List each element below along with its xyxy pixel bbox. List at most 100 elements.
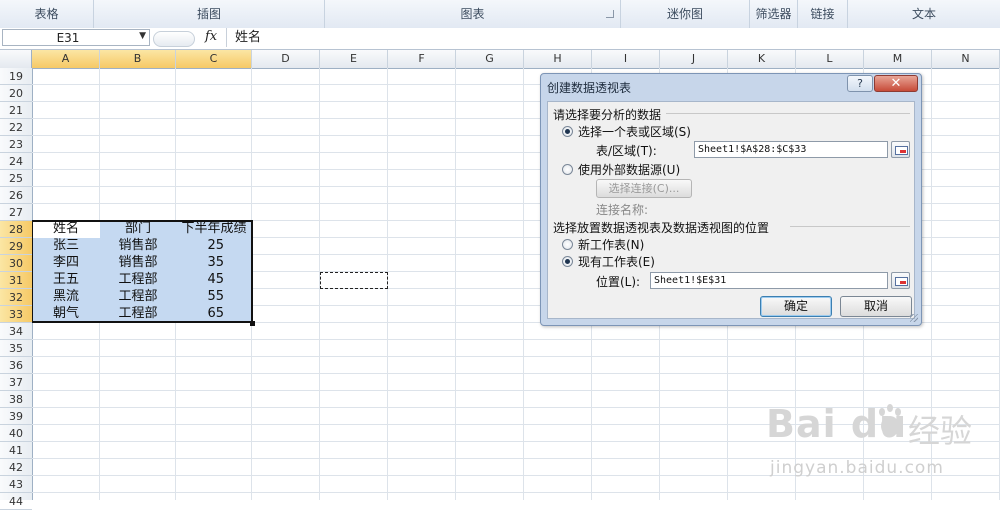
column-header-d[interactable]: D (252, 50, 320, 68)
ribbon-group-filters[interactable]: 筛选器 (750, 0, 798, 28)
column-header-h[interactable]: H (524, 50, 592, 68)
column-header-f[interactable]: F (388, 50, 456, 68)
range-input[interactable]: Sheet1!$A$28:$C$33 (694, 141, 888, 158)
row-header-33[interactable]: 33 (0, 306, 32, 323)
section-divider (790, 226, 910, 227)
ribbon-group-tables[interactable]: 表格 (0, 0, 94, 28)
radio-external-source-label[interactable]: 使用外部数据源(U) (578, 161, 680, 178)
ribbon-group-label: 图表 (460, 7, 485, 21)
row-header-20[interactable]: 20 (0, 85, 32, 102)
row-header-38[interactable]: 38 (0, 391, 32, 408)
ok-button[interactable]: 确定 (760, 296, 832, 317)
ribbon-group-label: 插图 (196, 7, 221, 21)
range-label: 表/区域(T): (596, 144, 657, 158)
collapse-location-icon[interactable] (891, 272, 910, 289)
radio-new-worksheet[interactable] (562, 239, 573, 250)
ribbon-group-text[interactable]: 文本 (848, 0, 1000, 28)
row-headers: 19 20 21 22 23 24 25 26 27 28 29 30 31 32 33 34 35 36 37 38… (0, 68, 33, 510)
copy-marquee (320, 272, 388, 289)
chevron-down-icon[interactable]: ▼ (139, 31, 146, 41)
row-header-36[interactable]: 36 (0, 357, 32, 374)
radio-new-worksheet-label[interactable]: 新工作表(N) (578, 236, 644, 253)
baidu-jingyan-watermark: Bai du 经验 jingyan.baidu.com (760, 392, 990, 492)
row-header-42[interactable]: 42 (0, 459, 32, 476)
section-placement-label: 选择放置数据透视表及数据透视图的位置 (553, 221, 770, 235)
gridline (32, 373, 1000, 374)
ribbon-group-illustrations[interactable]: 插图 (94, 0, 325, 28)
choose-connection-button[interactable]: 选择连接(C)... (596, 179, 692, 198)
resize-grip-icon[interactable] (910, 314, 918, 322)
connection-name-label: 连接名称: (596, 203, 649, 217)
ribbon-group-label: 迷你图 (666, 7, 703, 21)
ribbon-group-sparklines[interactable]: 迷你图 (621, 0, 750, 28)
column-header-l[interactable]: L (796, 50, 864, 68)
column-headers: ABCDEFGHIJKLMN (0, 50, 1000, 69)
location-input[interactable]: Sheet1!$E$31 (650, 272, 888, 289)
column-header-j[interactable]: J (660, 50, 728, 68)
name-box[interactable]: E31 ▼ (2, 29, 150, 46)
dialog-launcher-icon[interactable] (606, 10, 614, 18)
column-header-m[interactable]: M (864, 50, 932, 68)
row-header-23[interactable]: 23 (0, 136, 32, 153)
column-header-k[interactable]: K (728, 50, 796, 68)
row-header-28[interactable]: 28 (0, 221, 32, 238)
row-header-26[interactable]: 26 (0, 187, 32, 204)
row-header-41[interactable]: 41 (0, 442, 32, 459)
row-header-27[interactable]: 27 (0, 204, 32, 221)
gridline (32, 339, 1000, 340)
row-header-30[interactable]: 30 (0, 255, 32, 272)
row-header-43[interactable]: 43 (0, 476, 32, 493)
collapse-range-icon[interactable] (891, 141, 910, 158)
column-header-b[interactable]: B (100, 50, 176, 68)
create-pivot-table-dialog: 创建数据透视表 ? ✕ 请选择要分析的数据 选择一个表或区域(S) 表/区域(T… (540, 73, 922, 326)
selection-border (32, 220, 253, 323)
radio-select-table[interactable] (562, 126, 573, 137)
select-all-corner[interactable] (0, 50, 32, 68)
gridline (32, 390, 1000, 391)
column-header-e[interactable]: E (320, 50, 388, 68)
formula-bar-buttons (153, 31, 195, 47)
ribbon-group-strip: 表格 插图 图表 迷你图 筛选器 链接 文本 (0, 0, 1000, 29)
row-header-25[interactable]: 25 (0, 170, 32, 187)
ribbon-group-label: 表格 (34, 7, 59, 21)
name-box-value: E31 (56, 31, 80, 45)
dialog-body: 请选择要分析的数据 选择一个表或区域(S) 表/区域(T): Sheet1!$A… (547, 101, 915, 319)
row-header-19[interactable]: 19 (0, 68, 32, 85)
row-header-29[interactable]: 29 (0, 238, 32, 255)
row-header-31[interactable]: 31 (0, 272, 32, 289)
fill-handle[interactable] (250, 321, 255, 326)
row-header-32[interactable]: 32 (0, 289, 32, 306)
row-header-24[interactable]: 24 (0, 153, 32, 170)
insert-function-icon[interactable]: fx (205, 29, 217, 44)
paw-logo-icon (879, 404, 901, 436)
column-header-i[interactable]: I (592, 50, 660, 68)
ribbon-group-charts[interactable]: 图表 (325, 0, 621, 28)
ribbon-group-label: 链接 (810, 7, 835, 21)
radio-existing-worksheet-label[interactable]: 现有工作表(E) (578, 253, 655, 270)
watermark-suffix: 经验 (908, 412, 973, 450)
column-header-a[interactable]: A (32, 50, 100, 68)
column-header-g[interactable]: G (456, 50, 524, 68)
close-button[interactable]: ✕ (874, 75, 918, 92)
row-header-40[interactable]: 40 (0, 425, 32, 442)
location-label: 位置(L): (596, 275, 641, 289)
row-header-39[interactable]: 39 (0, 408, 32, 425)
help-button[interactable]: ? (847, 75, 873, 92)
row-header-35[interactable]: 35 (0, 340, 32, 357)
cancel-button[interactable]: 取消 (840, 296, 912, 317)
radio-select-table-label[interactable]: 选择一个表或区域(S) (578, 123, 691, 140)
formula-input[interactable]: 姓名 (226, 28, 998, 47)
row-header-34[interactable]: 34 (0, 323, 32, 340)
radio-existing-worksheet[interactable] (562, 256, 573, 267)
ribbon-group-links[interactable]: 链接 (798, 0, 848, 28)
row-header-22[interactable]: 22 (0, 119, 32, 136)
radio-external-source[interactable] (562, 164, 573, 175)
column-header-n[interactable]: N (932, 50, 1000, 68)
column-header-c[interactable]: C (176, 50, 252, 68)
row-header-37[interactable]: 37 (0, 374, 32, 391)
section-choose-data-label: 请选择要分析的数据 (553, 108, 662, 122)
gridline (32, 356, 1000, 357)
ribbon-group-label: 文本 (911, 7, 936, 21)
row-header-21[interactable]: 21 (0, 102, 32, 119)
row-header-44[interactable]: 44 (0, 493, 32, 510)
